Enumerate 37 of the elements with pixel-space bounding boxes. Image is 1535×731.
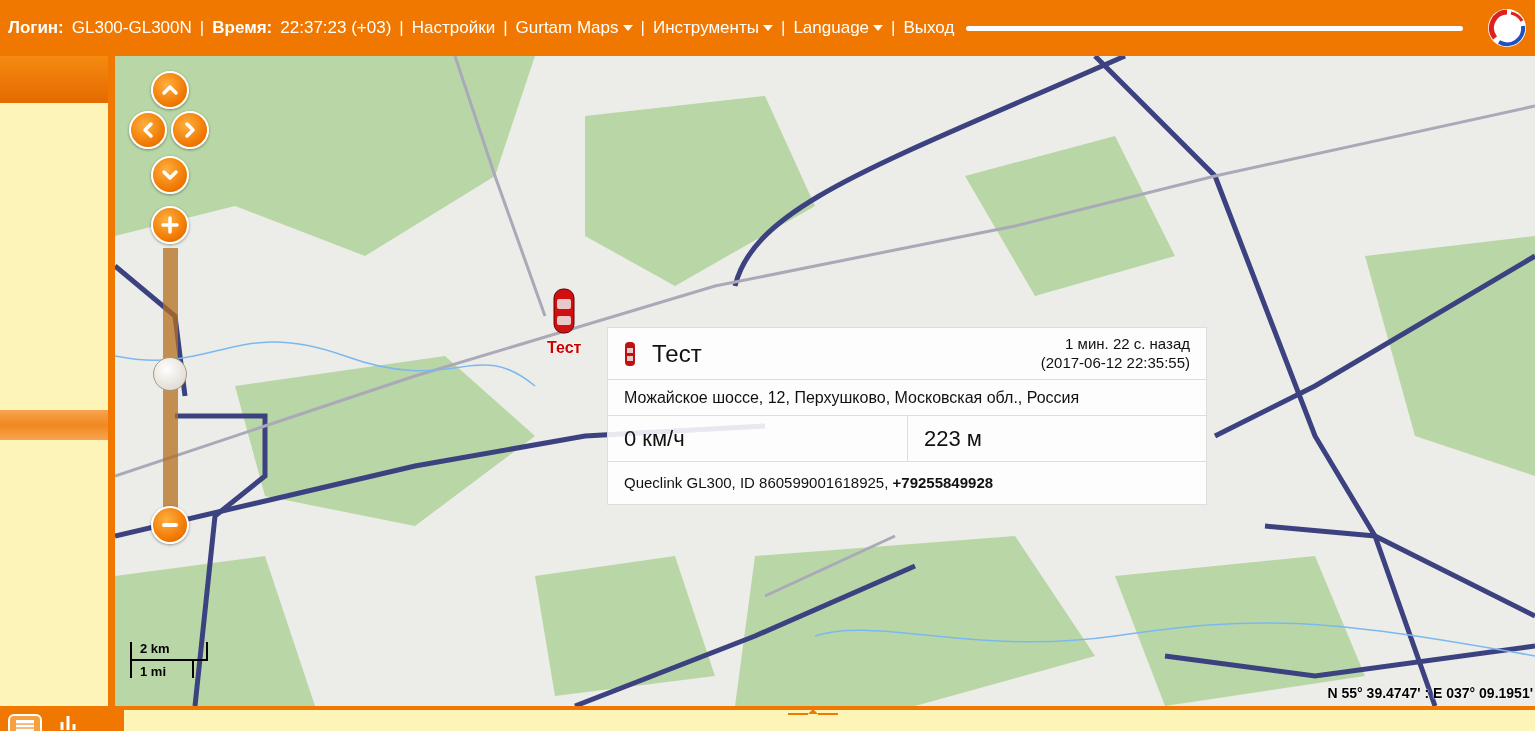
- scale-imperial-label: 1 mi: [130, 661, 194, 678]
- chart-icon[interactable]: [58, 714, 78, 730]
- device-info-text: Queclink GL300, ID 860599001618925, +79255849928: [624, 472, 994, 493]
- separator-text: |: [503, 17, 508, 40]
- plus-icon: [160, 215, 180, 235]
- logo-icon: [1487, 8, 1527, 48]
- panel-handle-icon[interactable]: [788, 708, 838, 718]
- caret-icon: [873, 25, 884, 31]
- speed-text: 0 км/ч: [624, 425, 685, 453]
- popup-title: Тест: [652, 338, 702, 369]
- address-text: Можайское шоссе, 12, Перхушково, Московская обл., Россия: [624, 387, 1080, 408]
- car-icon: [624, 340, 636, 367]
- caret-icon: [763, 25, 773, 31]
- timestamp-text: (2017-06-12 22:35:55): [1040, 353, 1190, 373]
- caret-icon: [622, 25, 633, 31]
- calendar-icon[interactable]: [8, 714, 42, 731]
- menu-link[interactable]: Language: [793, 15, 884, 41]
- login-label: Логин:: [8, 17, 64, 40]
- separator-text: |: [399, 17, 404, 40]
- separator-text: |: [781, 17, 786, 40]
- menu-link[interactable]: Выход: [903, 15, 955, 41]
- scale-metric-label: 2 km: [130, 642, 208, 661]
- altitude-text: 223 м: [924, 425, 982, 453]
- coordinates-text: N 55° 39.4747' : E 037° 09.1951': [1327, 684, 1533, 703]
- time-ago-text: 1 мин. 22 с. назад: [1064, 334, 1190, 354]
- login-value: GL300-GL300N: [71, 17, 192, 40]
- menu-link[interactable]: Инструменты: [652, 15, 773, 41]
- time-label: Время:: [212, 17, 273, 40]
- separator-text: |: [199, 17, 205, 40]
- time-value: 22:37:23 (+03): [280, 17, 392, 40]
- car-icon[interactable]: [553, 286, 576, 336]
- menu-link[interactable]: Gurtam Maps: [515, 15, 633, 41]
- marker-label: Тест: [547, 338, 582, 358]
- separator-text: |: [640, 17, 645, 40]
- minus-icon: [162, 523, 178, 527]
- menu-link[interactable]: Настройки: [411, 15, 496, 41]
- separator-text: |: [891, 17, 896, 40]
